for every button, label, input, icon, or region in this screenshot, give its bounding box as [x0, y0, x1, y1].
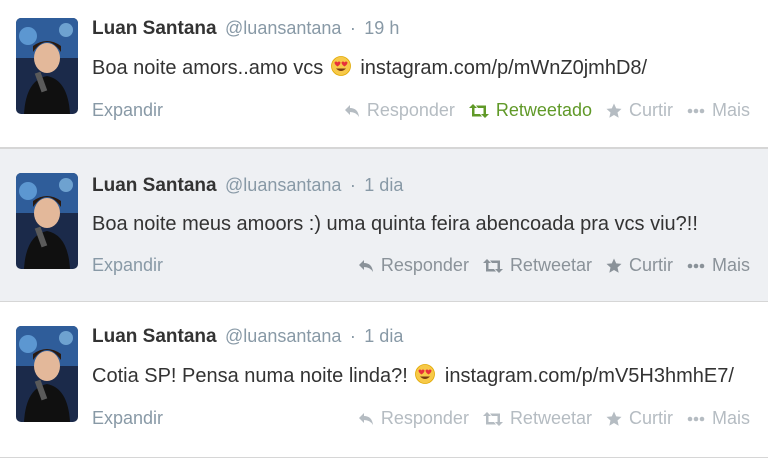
user-name[interactable]: Luan Santana [92, 175, 217, 196]
tweet-actions: Responder Retweetado Curtir Mais [330, 100, 750, 121]
user-handle[interactable]: @luansantana [225, 175, 341, 195]
tweet-text-body: Boa noite meus amoors :) uma quinta feir… [92, 213, 698, 235]
retweet-label: Retweetar [509, 255, 592, 275]
more-dots-icon [687, 416, 705, 421]
tweet-actions: Responder Retweetar Curtir Mais [344, 408, 750, 429]
retweet-label: Retweetado [495, 100, 592, 120]
reply-button[interactable]: Responder [344, 100, 455, 121]
reply-label: Responder [380, 408, 469, 428]
user-name[interactable]: Luan Santana [92, 18, 217, 39]
star-icon [606, 103, 622, 118]
more-button[interactable]: Mais [687, 408, 750, 429]
reply-icon [358, 259, 373, 272]
separator: · [349, 175, 356, 195]
reply-icon [344, 104, 359, 117]
favorite-label: Curtir [628, 255, 673, 275]
avatar[interactable] [16, 326, 78, 422]
expand-link[interactable]: Expandir [92, 255, 163, 276]
more-dots-icon [687, 263, 705, 268]
reply-icon [358, 412, 373, 425]
expand-link[interactable]: Expandir [92, 408, 163, 429]
tweet-link[interactable]: instagram.com/p/mV5H3hmhE7/ [445, 365, 734, 387]
tweet[interactable]: Luan Santana @luansantana · 19 h Boa noi… [0, 0, 768, 148]
avatar-image [16, 173, 78, 269]
separator: · [349, 326, 356, 346]
more-label: Mais [711, 100, 750, 120]
retweet-icon [482, 258, 503, 273]
tweet-header: Luan Santana @luansantana · 1 dia [92, 175, 403, 205]
more-dots-icon [687, 108, 705, 113]
more-label: Mais [711, 408, 750, 428]
tweet-stream: Luan Santana @luansantana · 19 h Boa noi… [0, 0, 768, 460]
more-button[interactable]: Mais [687, 255, 750, 276]
reply-button[interactable]: Responder [358, 408, 469, 429]
tweet-header: Luan Santana @luansantana · 19 h [92, 18, 399, 48]
reply-label: Responder [380, 255, 469, 275]
retweet-icon [468, 103, 489, 118]
more-label: Mais [711, 255, 750, 275]
tweet-text: Boa noite amors..amo vcs instagram.com/p… [92, 56, 647, 82]
heart-eyes-emoji-icon [330, 56, 351, 82]
avatar[interactable] [16, 173, 78, 269]
separator: · [349, 18, 356, 38]
avatar-image [16, 18, 78, 114]
favorite-button[interactable]: Curtir [606, 100, 673, 121]
tweet-actions: Responder Retweetar Curtir Mais [344, 255, 750, 276]
tweet-link[interactable]: instagram.com/p/mWnZ0jmhD8/ [360, 57, 647, 79]
favorite-label: Curtir [628, 408, 673, 428]
user-handle[interactable]: @luansantana [225, 326, 341, 346]
user-name[interactable]: Luan Santana [92, 326, 217, 347]
expand-link[interactable]: Expandir [92, 100, 163, 121]
avatar[interactable] [16, 18, 78, 114]
retweet-icon [482, 411, 503, 426]
favorite-button[interactable]: Curtir [606, 255, 673, 276]
tweet-text-body: Cotia SP! Pensa numa noite linda?! [92, 365, 408, 387]
reply-button[interactable]: Responder [358, 255, 469, 276]
star-icon [606, 258, 622, 273]
retweet-label: Retweetar [509, 408, 592, 428]
retweet-button[interactable]: Retweetar [482, 255, 592, 276]
tweet-text-body: Boa noite amors..amo vcs [92, 57, 324, 79]
more-button[interactable]: Mais [687, 100, 750, 121]
timestamp[interactable]: 19 h [364, 18, 399, 38]
user-handle[interactable]: @luansantana [225, 18, 341, 38]
avatar-image [16, 326, 78, 422]
tweet-text: Boa noite meus amoors :) uma quinta feir… [92, 213, 698, 236]
tweet-text: Cotia SP! Pensa numa noite linda?! insta… [92, 364, 734, 390]
retweet-button[interactable]: Retweetado [468, 100, 592, 121]
tweet-header: Luan Santana @luansantana · 1 dia [92, 326, 403, 356]
timestamp[interactable]: 1 dia [364, 175, 403, 195]
heart-eyes-emoji-icon [415, 364, 436, 390]
tweet[interactable]: Luan Santana @luansantana · 1 dia Boa no… [0, 148, 768, 302]
favorite-label: Curtir [628, 100, 673, 120]
reply-label: Responder [366, 100, 455, 120]
favorite-button[interactable]: Curtir [606, 408, 673, 429]
retweet-button[interactable]: Retweetar [482, 408, 592, 429]
timestamp[interactable]: 1 dia [364, 326, 403, 346]
star-icon [606, 411, 622, 426]
tweet[interactable]: Luan Santana @luansantana · 1 dia Cotia … [0, 302, 768, 458]
